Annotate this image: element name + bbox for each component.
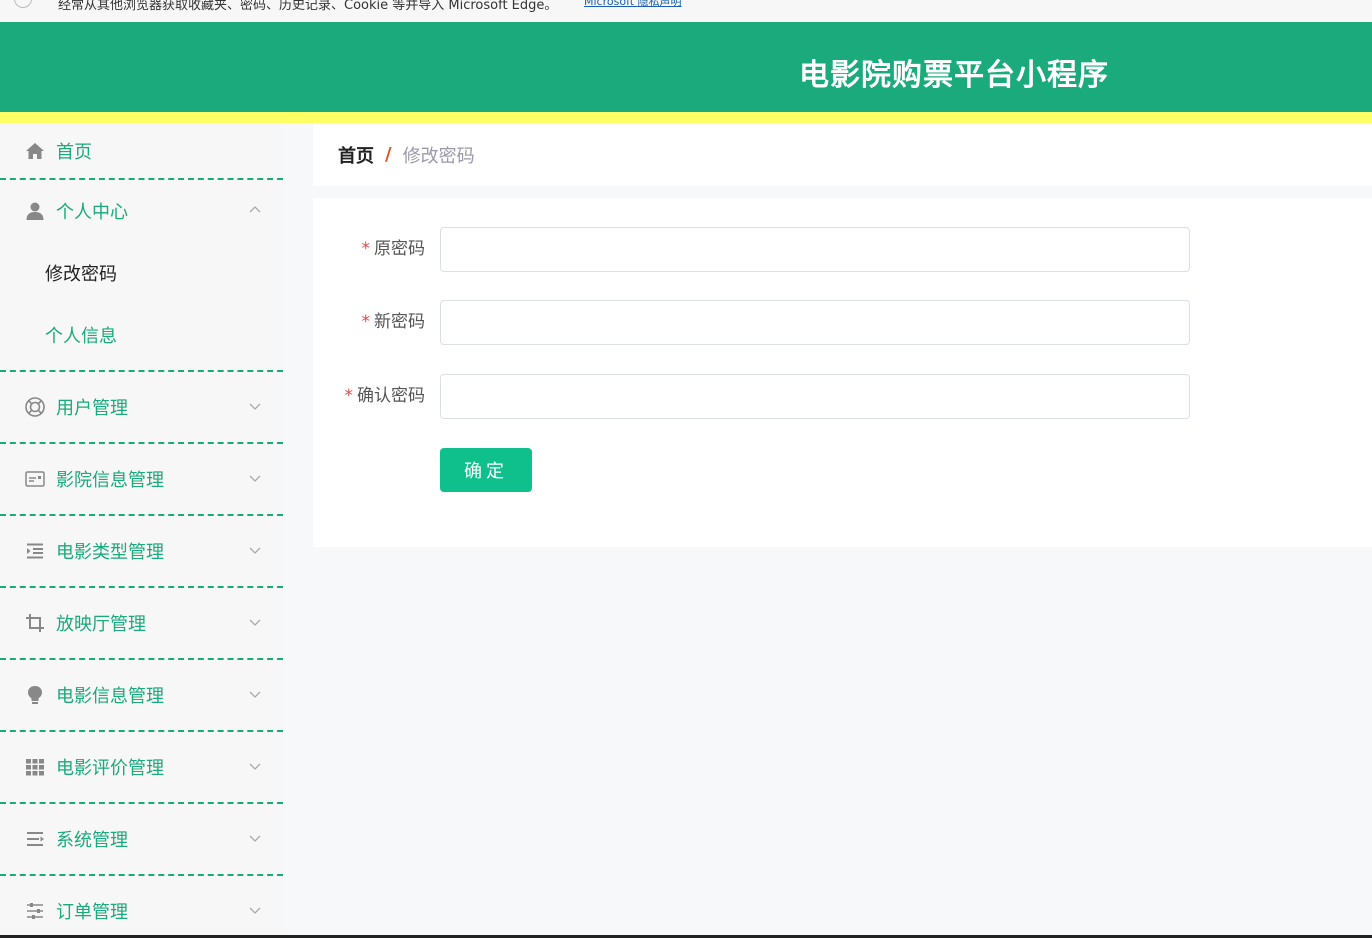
sidebar-item-movie-type[interactable]: 电影类型管理 <box>0 516 283 588</box>
change-password-form: * 原密码 * 新密码 * 确认密码 确定 <box>313 198 1372 547</box>
required-mark: * <box>344 386 354 406</box>
sidebar-label-user-management: 用户管理 <box>56 398 128 419</box>
sidebar-item-screening-hall[interactable]: 放映厅管理 <box>0 588 283 660</box>
sidebar-item-movie-review[interactable]: 电影评价管理 <box>0 732 283 804</box>
sidebar-label-screening-hall: 放映厅管理 <box>56 614 146 635</box>
chevron-up-icon[interactable] <box>249 204 261 216</box>
edge-import-notice: 经常从其他浏览器获取收藏夹、密码、历史记录、Cookie 等并导入 Micros… <box>0 0 1372 22</box>
chevron-down-icon[interactable] <box>249 760 261 772</box>
chevron-down-icon[interactable] <box>249 544 261 556</box>
sidebar-item-order[interactable]: 订单管理 <box>0 876 283 938</box>
sidebar-row-movie-info[interactable]: 电影信息管理 <box>0 660 283 730</box>
sidebar-label-movie-review: 电影评价管理 <box>56 758 164 779</box>
grid-icon <box>24 756 46 778</box>
breadcrumb-home[interactable]: 首页 <box>338 142 374 168</box>
sidebar-row-movie-review[interactable]: 电影评价管理 <box>0 732 283 802</box>
sidebar-item-personal-center[interactable]: 个人中心 修改密码 个人信息 <box>0 180 283 372</box>
sidebar-row-cinema-info[interactable]: 影院信息管理 <box>0 444 283 514</box>
notice-text: 经常从其他浏览器获取收藏夹、密码、历史记录、Cookie 等并导入 Micros… <box>58 0 558 13</box>
main-content: 首页 / 修改密码 * 原密码 * 新密码 * 确认密码 确定 <box>283 123 1372 938</box>
sidebar-row-movie-type[interactable]: 电影类型管理 <box>0 516 283 586</box>
crop-icon <box>24 612 46 634</box>
sidebar-row-order[interactable]: 订单管理 <box>0 876 283 938</box>
required-mark: * <box>361 239 371 259</box>
chevron-down-icon[interactable] <box>249 616 261 628</box>
sidebar-item-cinema-info[interactable]: 影院信息管理 <box>0 444 283 516</box>
lifebuoy-icon <box>24 396 46 418</box>
old-password-input[interactable] <box>440 227 1190 272</box>
sliders-icon <box>24 900 46 922</box>
old-password-label-text: 原密码 <box>374 239 425 259</box>
app-title: 电影院购票平台小程序 <box>799 58 1109 93</box>
chevron-down-icon[interactable] <box>249 472 261 484</box>
sidebar-label-personal-center: 个人中心 <box>56 202 128 223</box>
form-row-new-password: * 新密码 <box>313 300 1372 345</box>
sidebar-item-movie-info[interactable]: 电影信息管理 <box>0 660 283 732</box>
submenu-change-password[interactable]: 修改密码 <box>0 242 283 304</box>
breadcrumb-separator: / <box>385 144 392 165</box>
confirm-button[interactable]: 确定 <box>440 448 532 492</box>
sidebar-row-system[interactable]: 系统管理 <box>0 804 283 874</box>
bulb-icon <box>24 684 46 706</box>
new-password-label: * 新密码 <box>362 300 426 345</box>
sidebar-label-order: 订单管理 <box>56 902 128 923</box>
form-row-old-password: * 原密码 <box>313 227 1372 272</box>
sidebar-row-home[interactable]: 首页 <box>0 123 283 178</box>
breadcrumb-current: 修改密码 <box>402 145 475 167</box>
confirm-password-label-text: 确认密码 <box>357 386 425 406</box>
header-accent-bar <box>0 112 1372 123</box>
sidebar-item-system[interactable]: 系统管理 <box>0 804 283 876</box>
menu-lines-icon <box>24 828 46 850</box>
sidebar-label-home: 首页 <box>56 141 92 163</box>
required-mark: * <box>361 312 371 332</box>
card-icon <box>24 468 46 490</box>
sidebar-label-cinema-info: 影院信息管理 <box>56 470 164 491</box>
sidebar-label-movie-info: 电影信息管理 <box>56 686 164 707</box>
personal-submenu: 修改密码 个人信息 <box>0 242 283 370</box>
sidebar-label-system: 系统管理 <box>56 830 128 851</box>
confirm-password-input[interactable] <box>440 374 1190 419</box>
sidebar-row-user-management[interactable]: 用户管理 <box>0 372 283 442</box>
sidebar: 首页 个人中心 修改密码 个人信息 用户管理 影院信息管理 电影类型管理 放映厅… <box>0 123 283 938</box>
chevron-down-icon[interactable] <box>249 904 261 916</box>
home-icon <box>24 140 46 162</box>
confirm-password-label: * 确认密码 <box>345 374 426 419</box>
sidebar-row-screening-hall[interactable]: 放映厅管理 <box>0 588 283 658</box>
notice-radio-icon[interactable] <box>14 0 32 8</box>
chevron-down-icon[interactable] <box>249 688 261 700</box>
sidebar-label-movie-type: 电影类型管理 <box>56 542 164 563</box>
new-password-label-text: 新密码 <box>374 312 425 332</box>
chevron-down-icon[interactable] <box>249 832 261 844</box>
sidebar-item-home[interactable]: 首页 <box>0 123 283 180</box>
chevron-down-icon[interactable] <box>249 400 261 412</box>
user-icon <box>24 200 46 222</box>
privacy-link[interactable]: Microsoft 隐私声明 <box>584 0 682 9</box>
app-header: 电影院购票平台小程序 <box>0 22 1372 112</box>
form-row-confirm-password: * 确认密码 <box>313 374 1372 419</box>
sidebar-item-user-management[interactable]: 用户管理 <box>0 372 283 444</box>
old-password-label: * 原密码 <box>362 227 426 272</box>
new-password-input[interactable] <box>440 300 1190 345</box>
list-indent-icon <box>24 540 46 562</box>
submenu-personal-info[interactable]: 个人信息 <box>0 304 283 366</box>
sidebar-row-personal-center[interactable]: 个人中心 <box>0 180 283 242</box>
breadcrumb: 首页 / 修改密码 <box>313 123 1372 186</box>
